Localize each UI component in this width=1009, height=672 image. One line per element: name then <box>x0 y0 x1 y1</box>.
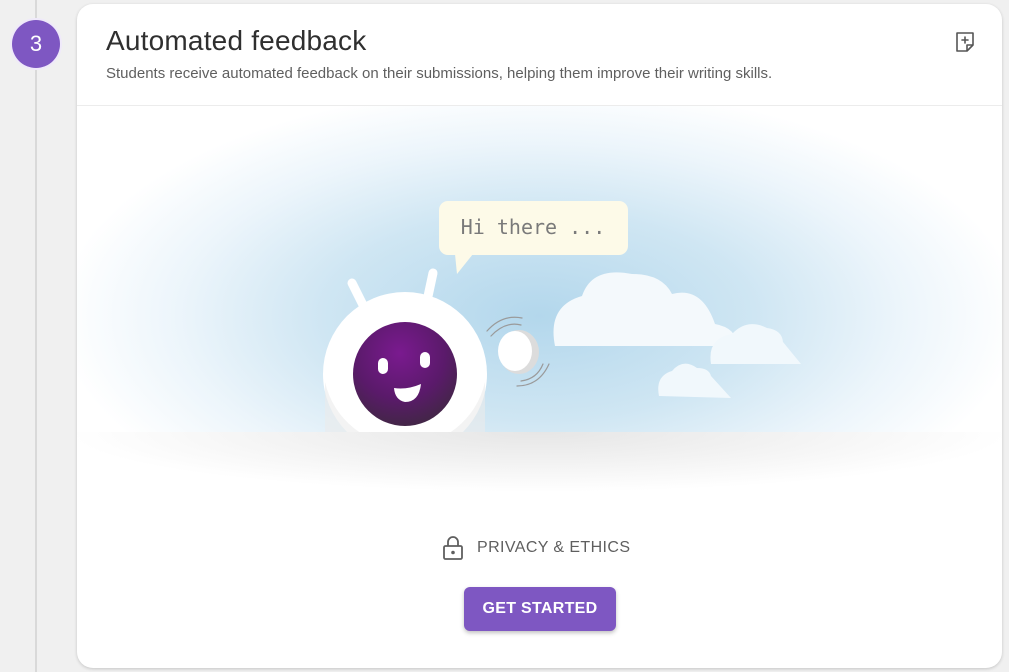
cloud-large <box>553 272 737 346</box>
automated-feedback-card: Automated feedback Students receive auto… <box>77 4 1002 668</box>
robot-hand <box>498 330 539 374</box>
robot-face <box>353 322 457 426</box>
illustration-svg: Hi there ... <box>323 201 801 432</box>
cloud-small <box>658 363 731 398</box>
illustration-ground-shadow <box>77 432 1002 522</box>
speech-bubble-text: Hi there ... <box>461 215 606 239</box>
add-note-icon <box>956 32 974 52</box>
card-header: Automated feedback Students receive auto… <box>77 4 1002 106</box>
lock-icon <box>443 536 463 560</box>
get-started-button[interactable]: GET STARTED <box>464 587 616 631</box>
privacy-ethics-link[interactable]: PRIVACY & ETHICS <box>442 534 630 562</box>
card-title: Automated feedback <box>106 25 367 56</box>
privacy-ethics-label: PRIVACY & ETHICS <box>477 539 631 556</box>
step-number-badge: 3 <box>12 20 60 68</box>
add-note-button[interactable] <box>953 30 977 54</box>
timeline-rail <box>35 0 37 672</box>
robot-illustration: Hi there ... <box>77 106 1002 432</box>
card-description: Students receive automated feedback on t… <box>106 65 773 82</box>
